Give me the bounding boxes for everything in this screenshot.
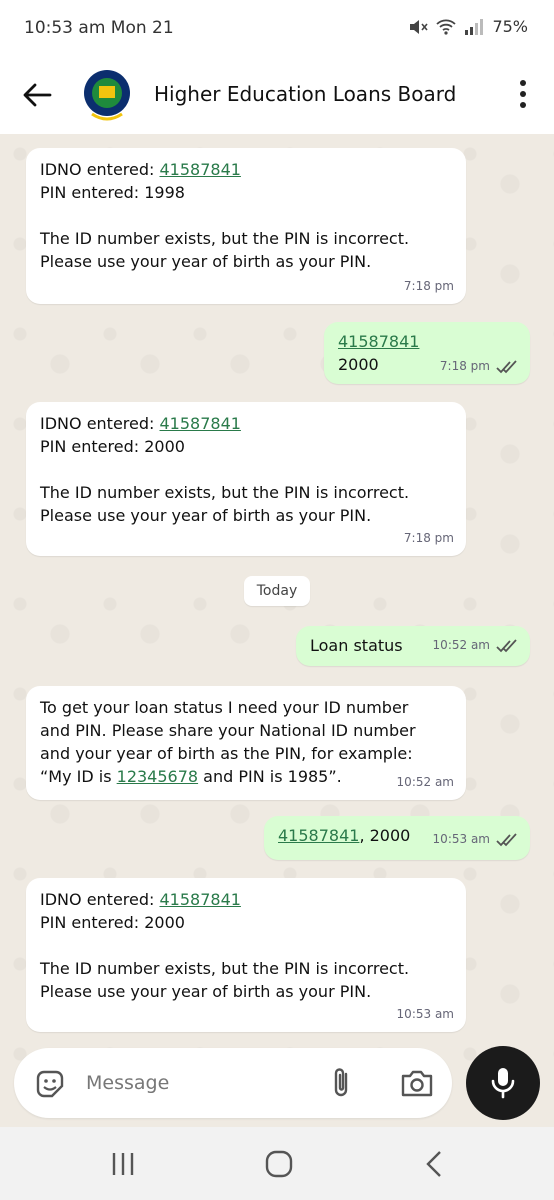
date-chip: Today	[244, 576, 310, 606]
message-line: The ID number exists, but the PIN is inc…	[40, 483, 410, 502]
mute-icon	[410, 19, 429, 34]
signal-icon	[465, 18, 484, 35]
id-number-link[interactable]: 41587841	[160, 160, 241, 179]
message-line: IDNO entered: 41587841	[40, 890, 241, 909]
message-line: PIN entered: 2000	[40, 437, 185, 456]
wifi-icon	[436, 19, 457, 35]
message-time: 10:53 am	[432, 832, 490, 846]
status-bar: 10:53 am Mon 21 75%	[0, 0, 554, 56]
message-line: IDNO entered: 41587841	[40, 160, 241, 179]
message-input[interactable]	[86, 1068, 306, 1098]
message-line: PIN entered: 1998	[40, 183, 185, 202]
message-time: 7:18 pm	[403, 279, 454, 293]
camera-icon[interactable]	[400, 1068, 434, 1098]
message-line: Please use your year of birth as your PI…	[40, 982, 372, 1001]
message-outgoing[interactable]: 41587841 2000 7:18 pm	[324, 322, 530, 384]
message-meta: 10:53 am	[433, 828, 518, 851]
message-incoming[interactable]: IDNO entered: 41587841 PIN entered: 1998…	[26, 148, 466, 304]
emoji-sticker-icon[interactable]	[34, 1068, 66, 1100]
message-meta: 10:53 am	[397, 1003, 454, 1026]
message-line	[40, 934, 452, 957]
message-time: 7:18 pm	[403, 531, 454, 545]
message-line	[40, 458, 452, 481]
status-icons: 75%	[408, 17, 528, 36]
message-time: 10:52 am	[396, 775, 454, 789]
back-arrow-icon[interactable]	[20, 78, 54, 112]
message-incoming[interactable]: To get your loan status I need your ID n…	[26, 686, 466, 800]
message-meta: 7:18 pm	[404, 527, 454, 550]
message-line: PIN entered: 2000	[40, 913, 185, 932]
recents-icon[interactable]	[108, 1149, 138, 1179]
chat-header: Higher Education Loans Board	[0, 56, 554, 134]
menu-kebab-icon[interactable]	[518, 80, 528, 110]
back-nav-icon[interactable]	[420, 1149, 450, 1179]
home-icon[interactable]	[264, 1149, 294, 1179]
message-meta: 10:52 am	[397, 771, 454, 794]
message-meta: 10:52 am	[433, 634, 518, 657]
message-line: “My ID is 12345678 and PIN is 1985”.	[40, 767, 342, 786]
avatar[interactable]	[82, 68, 132, 122]
id-number-link[interactable]: 41587841	[160, 414, 241, 433]
message-line: and PIN. Please share your National ID n…	[40, 721, 416, 740]
message-line: IDNO entered: 41587841	[40, 414, 241, 433]
message-line: and your year of birth as the PIN, for e…	[40, 744, 413, 763]
id-number-link[interactable]: 41587841	[338, 332, 419, 351]
message-time: 7:18 pm	[439, 359, 490, 373]
chat-title[interactable]: Higher Education Loans Board	[154, 82, 456, 106]
id-number-link[interactable]: 12345678	[117, 767, 198, 786]
chat-area[interactable]: IDNO entered: 41587841 PIN entered: 1998…	[0, 134, 554, 1127]
message-line: To get your loan status I need your ID n…	[40, 698, 409, 717]
message-line: 41587841	[338, 330, 516, 353]
message-incoming[interactable]: IDNO entered: 41587841 PIN entered: 2000…	[26, 402, 466, 556]
message-time: 10:52 am	[432, 638, 490, 652]
message-meta: 7:18 pm	[404, 275, 454, 298]
message-time: 10:53 am	[396, 1007, 454, 1021]
mic-button[interactable]	[466, 1046, 540, 1120]
attach-icon[interactable]	[328, 1066, 356, 1100]
id-number-link[interactable]: 41587841	[160, 890, 241, 909]
message-line: Please use your year of birth as your PI…	[40, 252, 372, 271]
message-incoming[interactable]: IDNO entered: 41587841 PIN entered: 2000…	[26, 878, 466, 1032]
message-outgoing[interactable]: 41587841, 2000 10:53 am	[264, 816, 530, 860]
double-check-icon	[496, 832, 517, 846]
message-meta: 7:18 pm	[440, 355, 518, 378]
id-number-link[interactable]: 41587841	[278, 826, 359, 845]
message-line	[40, 204, 452, 227]
message-outgoing[interactable]: Loan status 10:52 am	[296, 626, 530, 666]
double-check-icon	[496, 359, 517, 373]
message-composer	[14, 1048, 452, 1118]
system-nav-bar	[0, 1127, 554, 1200]
status-time: 10:53 am Mon 21	[24, 18, 174, 38]
battery-level: 75%	[492, 17, 528, 36]
message-line: The ID number exists, but the PIN is inc…	[40, 959, 410, 978]
message-line: The ID number exists, but the PIN is inc…	[40, 229, 410, 248]
double-check-icon	[496, 638, 517, 652]
mic-icon	[491, 1068, 515, 1099]
message-line: Please use your year of birth as your PI…	[40, 506, 372, 525]
